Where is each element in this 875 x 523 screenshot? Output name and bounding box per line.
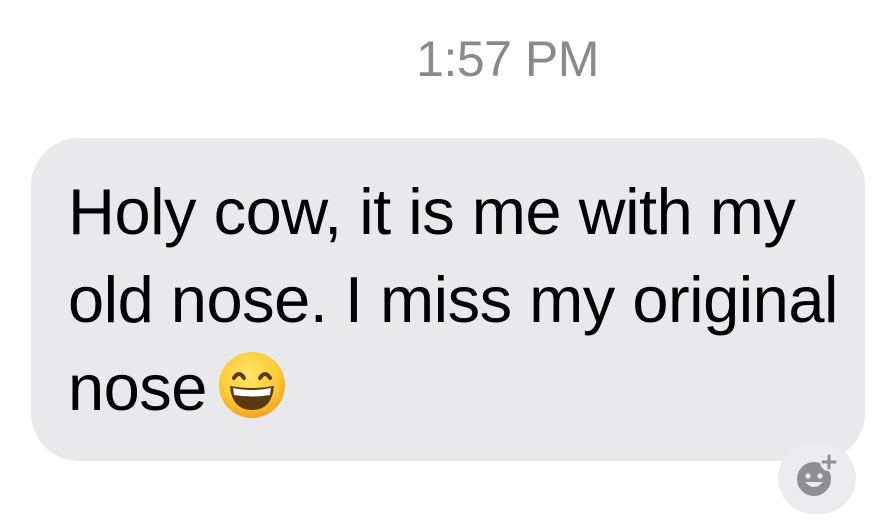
add-reaction-button[interactable] [778,442,856,514]
add-reaction-icon [794,452,840,504]
received-message-bubble[interactable]: Holy cow, it is me with my old nose. I m… [31,138,865,461]
grinning-face-emoji-icon [217,350,287,442]
message-text-content: Holy cow, it is me with my old nose. I m… [68,175,838,424]
message-timestamp: 1:57 PM [416,31,599,87]
message-text: Holy cow, it is me with my old nose. I m… [68,168,848,442]
